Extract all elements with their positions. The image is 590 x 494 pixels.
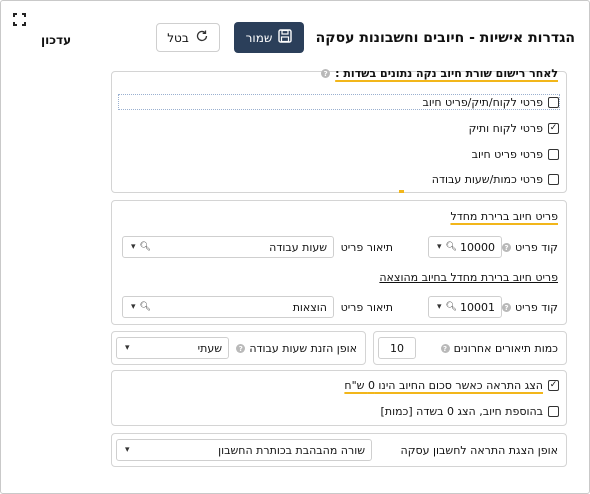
expense-item-heading: פריט חיוב ברירת מחדל בחיוב מהוצאה <box>379 271 558 284</box>
help-icon[interactable]: ? <box>502 303 512 312</box>
chevron-down-icon[interactable]: ▾ <box>437 302 442 312</box>
chevron-down-icon[interactable]: ▾ <box>125 343 130 353</box>
checkbox-clear-client[interactable]: ✓ <box>548 123 559 134</box>
undo-icon <box>195 29 209 46</box>
chevron-down-icon[interactable]: ▾ <box>131 242 136 252</box>
option-clear-item[interactable]: פרטי פריט חיוב <box>472 148 559 161</box>
search-icon[interactable]: 🔍︎ <box>140 242 151 252</box>
expand-icon[interactable] <box>13 13 26 26</box>
search-icon[interactable]: 🔍︎ <box>446 242 457 252</box>
warning-panel: ✓ הצג התראה כאשר סכום החיוב הינו 0 ש"ח ב… <box>111 370 567 426</box>
cancel-label: בטל <box>167 30 189 45</box>
alert-mode-panel: אופן הצגת התראה לחשבון עסקה שורה מהבהבת … <box>111 433 567 467</box>
option-clear-quantity[interactable]: פרטי כמות/שעות עבודה <box>432 173 559 186</box>
default-item-panel: פריט חיוב ברירת מחדל קוד פריט ? 10000 🔍︎… <box>111 200 567 325</box>
page-title: הגדרות אישיות - חיובים וחשבונות עסקה <box>315 30 575 46</box>
clear-fields-panel: לאחר רישום שורת חיוב נקה נתונים בשדות : … <box>111 67 567 193</box>
help-icon[interactable]: ? <box>236 344 246 353</box>
checkbox-clear-quantity[interactable] <box>548 174 559 185</box>
cancel-button[interactable]: בטל <box>156 23 220 52</box>
recent-label: כמות תיאורים אחרונים ? <box>440 342 558 355</box>
item-desc-label: תיאור פריט <box>340 241 393 254</box>
update-link[interactable]: עדכון <box>41 33 71 47</box>
chevron-down-icon[interactable]: ▾ <box>437 242 442 252</box>
save-icon <box>278 29 293 46</box>
expense-desc-label: תיאור פריט <box>340 301 393 314</box>
help-icon[interactable]: ? <box>440 344 450 353</box>
settings-dialog: עדכון הגדרות אישיות - חיובים וחשבונות עס… <box>0 0 590 494</box>
option-warn-zero[interactable]: ✓ הצג התראה כאשר סכום החיוב הינו 0 ש"ח <box>344 379 559 392</box>
chevron-down-icon[interactable]: ▾ <box>131 302 136 312</box>
alert-mode-select[interactable]: שורה מהבהבת בכותרת החשבון ▾ <box>116 439 372 461</box>
item-code-input[interactable]: 10000 🔍︎ ▾ <box>428 236 502 258</box>
help-icon[interactable]: ? <box>502 243 512 252</box>
hours-mode-label: אופן הזנת שעות עבודה ? <box>236 342 357 355</box>
expense-desc-input[interactable]: הוצאות 🔍︎ ▾ <box>122 296 334 318</box>
expense-code-label: קוד פריט ? <box>502 301 558 314</box>
option-clear-all[interactable]: פרטי לקוח/תיק/פריט חיוב <box>423 96 559 109</box>
option-clear-client[interactable]: ✓ פרטי לקוח ותיק <box>469 122 559 135</box>
checkbox-clear-all[interactable] <box>548 97 559 108</box>
expense-code-input[interactable]: 10001 🔍︎ ▾ <box>428 296 502 318</box>
chevron-down-icon[interactable]: ▾ <box>125 445 130 455</box>
checkbox-warn-zero[interactable]: ✓ <box>548 380 559 391</box>
search-icon[interactable]: 🔍︎ <box>140 302 151 312</box>
recent-count-input[interactable]: 10 <box>378 337 416 359</box>
option-show-zero[interactable]: בהוספת חיוב, הצג 0 בשדה [כמות] <box>381 405 559 418</box>
item-desc-input[interactable]: שעות עבודה 🔍︎ ▾ <box>122 236 334 258</box>
clear-fields-heading: לאחר רישום שורת חיוב נקה נתונים בשדות : … <box>321 67 558 80</box>
checkbox-clear-item[interactable] <box>548 149 559 160</box>
help-icon[interactable]: ? <box>321 69 331 78</box>
hours-mode-panel: אופן הזנת שעות עבודה ? שעתי ▾ <box>111 331 366 365</box>
highlight-mark <box>399 190 404 193</box>
alert-mode-label: אופן הצגת התראה לחשבון עסקה <box>400 444 558 457</box>
item-code-label: קוד פריט ? <box>502 241 558 254</box>
checkbox-show-zero[interactable] <box>548 406 559 417</box>
save-label: שמור <box>245 30 273 45</box>
hours-mode-select[interactable]: שעתי ▾ <box>116 337 229 359</box>
search-icon[interactable]: 🔍︎ <box>446 302 457 312</box>
default-item-heading: פריט חיוב ברירת מחדל <box>450 210 558 223</box>
save-button[interactable]: שמור <box>234 22 304 53</box>
recent-panel: כמות תיאורים אחרונים ? 10 <box>373 331 567 365</box>
